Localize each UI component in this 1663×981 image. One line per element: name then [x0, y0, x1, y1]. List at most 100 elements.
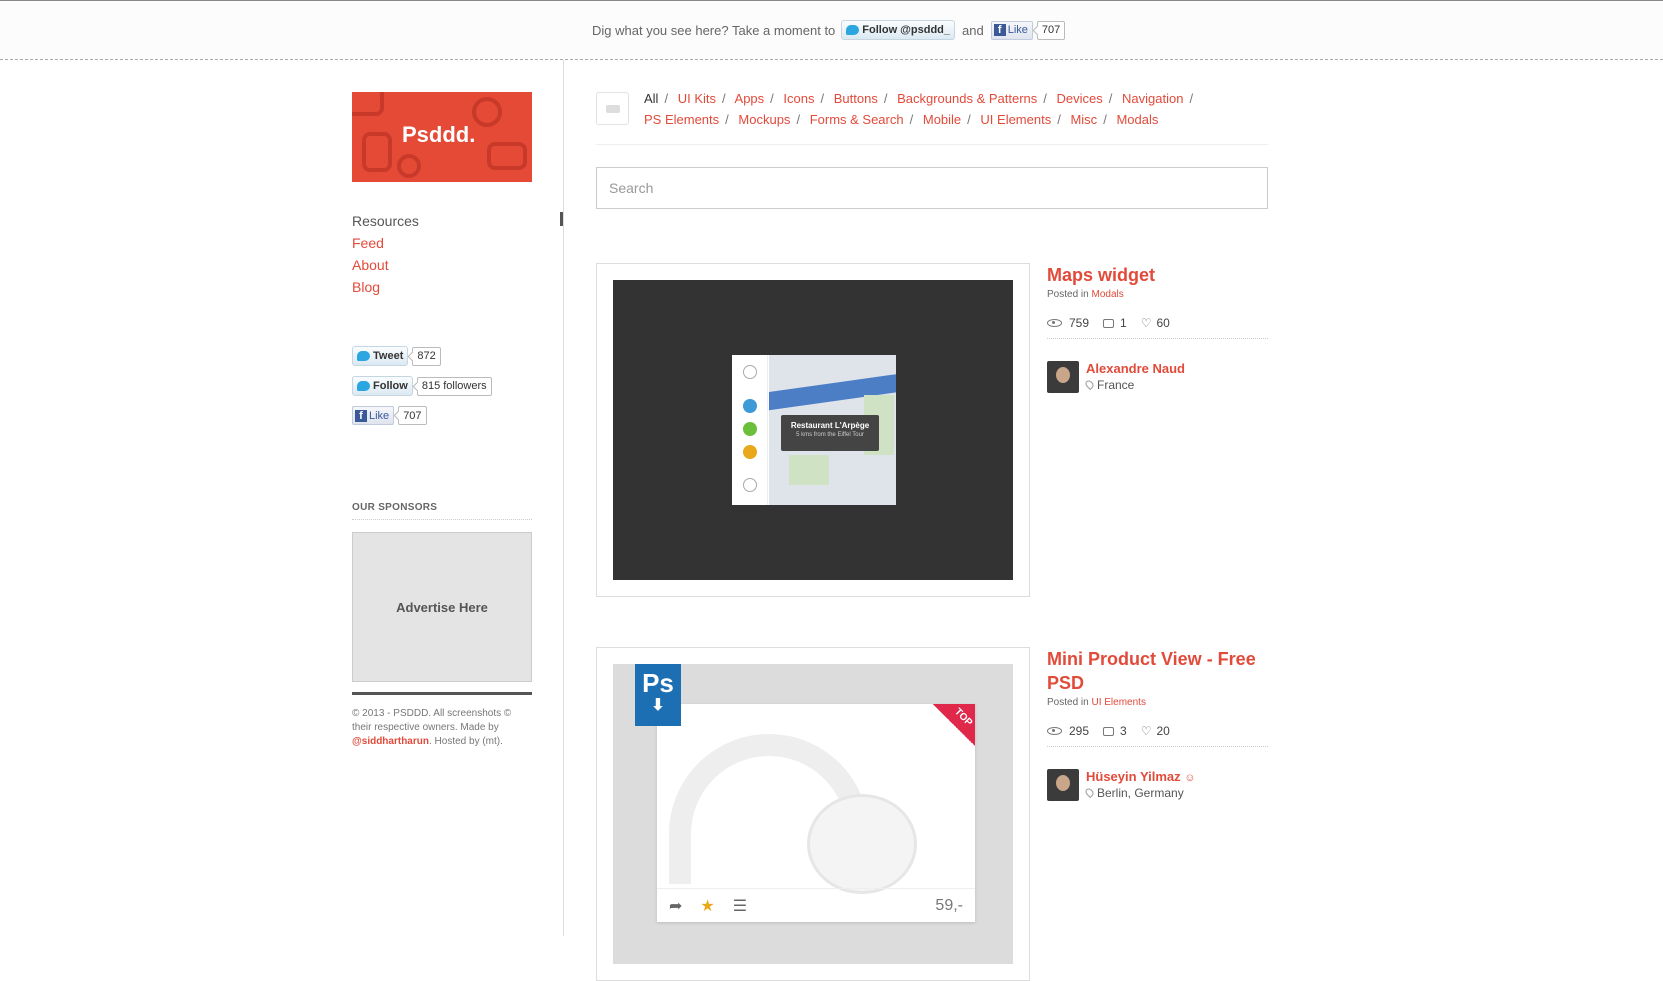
twitter-bird-icon	[357, 381, 370, 391]
download-arrow-icon: ⬇	[651, 697, 665, 714]
top-bar: Dig what you see here? Take a moment to …	[0, 0, 1663, 60]
likes-stat[interactable]: ♡ 60	[1141, 316, 1170, 330]
post-author: Hüseyin Yilmaz ☺ Berlin, Germany	[1047, 769, 1268, 801]
views-stat: 295	[1047, 724, 1089, 738]
footer-copyright: © 2013 - PSDDD. All screenshots © their …	[352, 708, 512, 733]
posted-in-label: Posted in	[1047, 289, 1089, 300]
advertise-label: Advertise Here	[396, 599, 488, 615]
sponsors-title: OUR SPONSORS	[352, 502, 532, 520]
tweet-button[interactable]: Tweet	[352, 346, 409, 366]
views-count: 759	[1069, 316, 1090, 330]
category-devices[interactable]: Devices	[1057, 91, 1103, 106]
post-stats: 295 3 ♡ 20	[1047, 724, 1268, 747]
author-info: Alexandre Naud France	[1083, 361, 1185, 393]
author-name[interactable]: Hüseyin Yilmaz ☺	[1086, 769, 1196, 784]
nav-feed[interactable]: Feed	[352, 235, 384, 251]
logo-pattern	[472, 97, 502, 127]
category-ps-elements[interactable]: PS Elements	[644, 112, 719, 127]
top-ribbon-label: TOP	[951, 706, 974, 729]
map-tooltip-title: Restaurant L'Arpège	[790, 421, 870, 430]
category-buttons[interactable]: Buttons	[834, 91, 878, 106]
search-input[interactable]	[596, 167, 1268, 209]
footer-text: © 2013 - PSDDD. All screenshots © their …	[352, 707, 532, 749]
category-apps[interactable]: Apps	[735, 91, 765, 106]
post-thumbnail[interactable]: TOP ➦ ★ ☰ 59,- Ps ⬇	[613, 664, 1013, 964]
chevron-down-icon	[743, 478, 757, 492]
facebook-like-button[interactable]: f Like	[352, 406, 395, 425]
twitter-follow-button[interactable]: Follow @psddd_	[841, 20, 956, 40]
heart-icon: ♡	[1140, 724, 1152, 738]
location-pin-icon	[1083, 786, 1096, 799]
likes-stat[interactable]: ♡ 20	[1141, 724, 1170, 738]
category-mockups[interactable]: Mockups	[738, 112, 790, 127]
map-park	[789, 455, 829, 485]
footer-author-link[interactable]: @siddhartharun	[352, 736, 429, 747]
map-sidebar	[732, 355, 768, 505]
category-ui-kits[interactable]: UI Kits	[678, 91, 716, 106]
advertise-box[interactable]: Advertise Here	[352, 532, 532, 682]
top-bar-and: and	[962, 22, 984, 38]
facebook-like-label: Like	[369, 409, 390, 422]
post-info: Maps widget Posted in Modals 759 1 ♡ 60 A…	[1047, 263, 1268, 393]
photoshop-badge: Ps ⬇	[635, 664, 681, 726]
nav-blog[interactable]: Blog	[352, 279, 380, 295]
author-name-text: Hüseyin Yilmaz	[1086, 769, 1181, 784]
post-title[interactable]: Mini Product View - Free PSD	[1047, 647, 1268, 695]
post-category-link[interactable]: UI Elements	[1091, 697, 1145, 708]
top-bar-message: Dig what you see here? Take a moment to …	[592, 20, 1066, 40]
category-icons[interactable]: Icons	[783, 91, 814, 106]
comments-stat[interactable]: 3	[1103, 724, 1127, 738]
smile-icon: ☺	[1184, 772, 1196, 784]
product-toolbar: ➦ ★ ☰ 59,-	[657, 888, 975, 922]
likes-count: 60	[1156, 316, 1170, 330]
star-icon: ★	[700, 897, 715, 915]
blue-pin-icon	[743, 399, 757, 413]
map-tooltip: Restaurant L'Arpège 5 kms from the Eiffe…	[781, 415, 879, 451]
logo-pattern	[362, 132, 392, 172]
category-backgrounds[interactable]: Backgrounds & Patterns	[897, 91, 1037, 106]
twitter-bird-icon	[357, 351, 370, 361]
views-stat: 759	[1047, 316, 1089, 330]
author-name[interactable]: Alexandre Naud	[1086, 361, 1185, 376]
post-title[interactable]: Maps widget	[1047, 263, 1268, 287]
logo-text: Psddd.	[402, 122, 476, 147]
logo-pattern	[487, 142, 527, 170]
author-location: France	[1083, 378, 1185, 392]
comments-stat[interactable]: 1	[1103, 316, 1127, 330]
nav-resources[interactable]: Resources	[352, 210, 532, 232]
category-filter: All / UI Kits / Apps / Icons / Buttons / Back…	[596, 88, 1268, 145]
avatar[interactable]	[1047, 769, 1079, 801]
eye-icon	[1047, 727, 1062, 735]
post-thumbnail-frame[interactable]: TOP ➦ ★ ☰ 59,- Ps ⬇	[596, 647, 1030, 981]
nav-about[interactable]: About	[352, 257, 389, 273]
top-bar-text: Dig what you see here? Take a moment to	[592, 22, 836, 38]
facebook-like-button[interactable]: f Like	[990, 20, 1033, 40]
post-category-link[interactable]: Modals	[1091, 289, 1123, 300]
views-count: 295	[1069, 724, 1090, 738]
category-modals[interactable]: Modals	[1116, 112, 1158, 127]
site-logo[interactable]: Psddd.	[352, 92, 532, 182]
category-ui-elements[interactable]: UI Elements	[980, 112, 1051, 127]
likes-count: 20	[1156, 724, 1170, 738]
category-all[interactable]: All	[644, 91, 658, 106]
top-ribbon: TOP	[933, 704, 975, 746]
posted-in-label: Posted in	[1047, 697, 1089, 708]
green-pin-icon	[743, 422, 757, 436]
twitter-follow-button[interactable]: Follow	[352, 376, 413, 396]
category-navigation[interactable]: Navigation	[1122, 91, 1183, 106]
category-forms-search[interactable]: Forms & Search	[810, 112, 904, 127]
category-mobile[interactable]: Mobile	[923, 112, 961, 127]
post-thumbnail[interactable]: Restaurant L'Arpège 5 kms from the Eiffe…	[613, 280, 1013, 580]
post-thumbnail-frame[interactable]: Restaurant L'Arpège 5 kms from the Eiffe…	[596, 263, 1030, 597]
headphone-cup	[807, 794, 917, 894]
tweet-label: Tweet	[373, 350, 404, 362]
sidebar: Psddd. Resources Feed About Blog Tweet 8…	[352, 92, 532, 435]
comment-icon	[1103, 726, 1115, 736]
avatar[interactable]	[1047, 361, 1079, 393]
category-misc[interactable]: Misc	[1070, 112, 1097, 127]
author-location-text: France	[1097, 378, 1135, 392]
post-author: Alexandre Naud France	[1047, 361, 1268, 393]
sponsors-section: OUR SPONSORS Advertise Here © 2013 - PSD…	[352, 502, 532, 749]
category-toggle-icon[interactable]	[596, 92, 629, 125]
twitter-follow-label: Follow @psddd_	[862, 24, 951, 36]
